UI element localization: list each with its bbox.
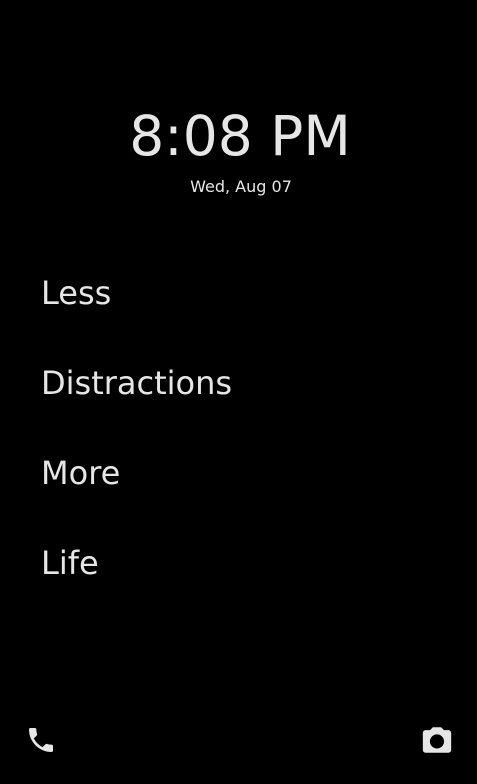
home-app-item-1[interactable]: Less (41, 268, 232, 358)
home-app-item-4[interactable]: Life (41, 538, 232, 628)
home-app-list: Less Distractions More Life (41, 268, 232, 628)
clock-time[interactable]: 8:08 PM (0, 103, 477, 169)
camera-shortcut-button[interactable] (419, 722, 455, 758)
phone-shortcut-button[interactable] (23, 722, 59, 758)
home-app-item-2[interactable]: Distractions (41, 358, 232, 448)
camera-icon (422, 727, 452, 753)
home-app-item-3[interactable]: More (41, 448, 232, 538)
clock-date[interactable]: Wed, Aug 07 (0, 176, 477, 198)
phone-icon (29, 728, 53, 752)
